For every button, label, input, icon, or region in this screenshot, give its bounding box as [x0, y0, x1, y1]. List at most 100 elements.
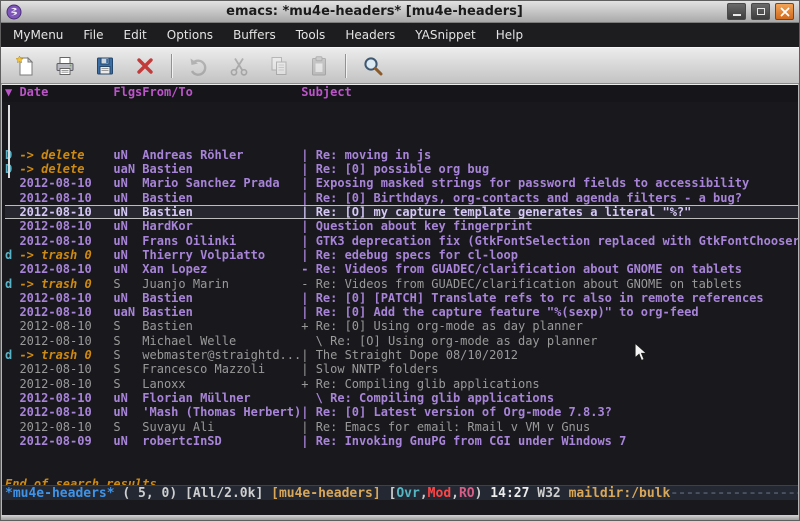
close-button[interactable] — [775, 3, 794, 20]
menu-item-help[interactable]: Help — [486, 25, 533, 45]
search-button[interactable] — [359, 52, 386, 79]
row-subject: Re: [0] Using org-mode as day planner — [316, 319, 583, 333]
row-from: Bastien — [142, 291, 301, 305]
menu-item-edit[interactable]: Edit — [114, 25, 157, 45]
row-date: 2012-08-10 — [19, 191, 113, 205]
header-row[interactable]: 2012-08-10 uaN Bastien | Re: [0] Add the… — [5, 305, 798, 319]
row-thread-marker: | — [301, 348, 315, 362]
menu-item-file[interactable]: File — [73, 25, 113, 45]
minimize-button[interactable] — [727, 3, 746, 20]
row-thread-marker: | — [301, 234, 315, 248]
header-line[interactable]: ▼ Date FlgsFrom/To Subject — [2, 85, 798, 102]
row-thread-marker: | — [301, 305, 315, 319]
header-row[interactable]: d -> trash 0 S Juanjo Marin - Re: Videos… — [5, 277, 798, 291]
header-row[interactable]: 2012-08-10 uN 'Mash (Thomas Herbert)| Re… — [5, 405, 798, 419]
menu-item-buffers[interactable]: Buffers — [223, 25, 286, 45]
frame-content: ▼ Date FlgsFrom/To Subject D -> delete u… — [2, 84, 798, 500]
row-flags: uN — [113, 176, 142, 190]
menu-item-mymenu[interactable]: MyMenu — [3, 25, 73, 45]
menu-item-tools[interactable]: Tools — [286, 25, 336, 45]
header-row[interactable]: 2012-08-10 S Michael Welle \ Re: [O] Usi… — [5, 334, 798, 348]
row-date: -> trash 0 — [19, 277, 113, 291]
row-from: Thierry Volpiatto — [142, 248, 301, 262]
menu-item-headers[interactable]: Headers — [335, 25, 405, 45]
modeline-segment-major-mode: [mu4e-headers] — [271, 486, 381, 500]
row-date: 2012-08-10 — [19, 234, 113, 248]
row-flags: uaN — [113, 305, 142, 319]
header-row[interactable]: 2012-08-10 S Lanoxx + Re: Compiling glib… — [5, 377, 798, 391]
close-button[interactable] — [131, 52, 158, 79]
header-row[interactable]: d -> trash 0 S webmaster@straightd...| T… — [5, 348, 798, 362]
scrollbar-thumb[interactable] — [8, 105, 10, 178]
header-row[interactable]: 2012-08-10 uN Bastien | Re: [0] [PATCH] … — [5, 291, 798, 305]
row-mark — [5, 176, 19, 190]
modeline-segment-dashes: ----------------------------------------… — [670, 486, 798, 500]
row-thread-marker: | — [301, 205, 315, 219]
header-row[interactable]: D -> delete uN Andreas Röhler | Re: movi… — [5, 148, 798, 162]
minimize-icon — [733, 14, 741, 16]
row-date: -> delete — [19, 162, 113, 176]
header-row[interactable]: 2012-08-10 uN Bastien | Re: [O] my captu… — [5, 205, 798, 219]
cut-icon — [228, 55, 250, 77]
header-row[interactable]: 2012-08-10 uN Mario Sanchez Prada | Expo… — [5, 176, 798, 190]
row-mark — [5, 319, 19, 333]
modeline-segment-plain: ( 5, 0) [All/2.0k] — [115, 486, 272, 500]
modeline-segment-plain: ) — [475, 486, 491, 500]
modeline-segment-buffer-name: *mu4e-headers* — [5, 486, 115, 500]
modeline-segment-folder: maildir:/bulk — [569, 486, 671, 500]
search-icon — [362, 55, 384, 77]
header-row[interactable]: 2012-08-10 uN Florian Müllner \ Re: Comp… — [5, 391, 798, 405]
print-icon — [54, 55, 76, 77]
modeline-segment-plain: [ — [381, 486, 397, 500]
maximize-button[interactable] — [751, 3, 770, 20]
row-date: 2012-08-10 — [19, 334, 113, 348]
save-button[interactable] — [91, 52, 118, 79]
close-icon — [134, 55, 156, 77]
modeline-segment-plain: , — [451, 486, 459, 500]
row-mark — [5, 234, 19, 248]
row-flags: uN — [113, 248, 142, 262]
print-button[interactable] — [51, 52, 78, 79]
header-row[interactable]: 2012-08-10 uN HardKor | Question about k… — [5, 219, 798, 233]
copy-icon — [268, 55, 290, 77]
row-date: 2012-08-10 — [19, 319, 113, 333]
header-row[interactable]: 2012-08-10 uN Frans Oilinki | GTK3 depre… — [5, 234, 798, 248]
window-title: emacs: *mu4e-headers* [mu4e-headers] — [27, 4, 722, 19]
row-flags: uN — [113, 291, 142, 305]
row-date: 2012-08-10 — [19, 405, 113, 419]
row-flags: uN — [113, 234, 142, 248]
row-subject: Re: Emacs for email: Rmail v VM v Gnus — [316, 420, 591, 434]
new-file-icon — [14, 55, 36, 77]
header-row[interactable]: 2012-08-10 S Bastien + Re: [0] Using org… — [5, 319, 798, 333]
row-subject: Re: [0] possible org bug — [316, 162, 489, 176]
echo-area[interactable] — [2, 500, 798, 515]
new-file-button[interactable] — [11, 52, 38, 79]
row-thread-marker: | — [301, 191, 315, 205]
header-row[interactable]: 2012-08-10 S Francesco Mazzoli | Slow NN… — [5, 362, 798, 376]
menu-item-options[interactable]: Options — [157, 25, 223, 45]
header-row[interactable]: 2012-08-10 uN Bastien | Re: [0] Birthday… — [5, 191, 798, 205]
modeline-segment-time: 14:27 — [490, 486, 529, 500]
row-subject: Slow NNTP folders — [316, 362, 439, 376]
header-row[interactable]: 2012-08-09 uN robertcInSD | Re: Invoking… — [5, 434, 798, 448]
paste-icon — [308, 55, 330, 77]
row-thread-marker: + — [301, 319, 315, 333]
mode-line: *mu4e-headers* ( 5, 0) [All/2.0k] [mu4e-… — [2, 485, 798, 500]
header-row[interactable]: 2012-08-10 uN Xan Lopez - Re: Videos fro… — [5, 262, 798, 276]
row-mark: d — [5, 248, 19, 262]
save-icon — [94, 55, 116, 77]
row-date: -> delete — [19, 148, 113, 162]
row-from: Bastien — [142, 205, 301, 219]
row-flags: S — [113, 348, 142, 362]
header-row[interactable]: d -> trash 0 uN Thierry Volpiatto | Re: … — [5, 248, 798, 262]
row-date: 2012-08-10 — [19, 219, 113, 233]
row-thread-marker: | — [301, 176, 315, 190]
row-thread-marker: \ — [301, 391, 330, 405]
row-thread-marker: | — [301, 420, 315, 434]
copy-button — [265, 52, 292, 79]
row-subject: The Straight Dope 08/10/2012 — [316, 348, 518, 362]
menu-item-yasnippet[interactable]: YASnippet — [405, 25, 486, 45]
header-row[interactable]: D -> delete uaN Bastien | Re: [0] possib… — [5, 162, 798, 176]
header-row[interactable]: 2012-08-10 S Suvayu Ali | Re: Emacs for … — [5, 420, 798, 434]
row-subject: Re: Compiling glib applications — [330, 391, 554, 405]
